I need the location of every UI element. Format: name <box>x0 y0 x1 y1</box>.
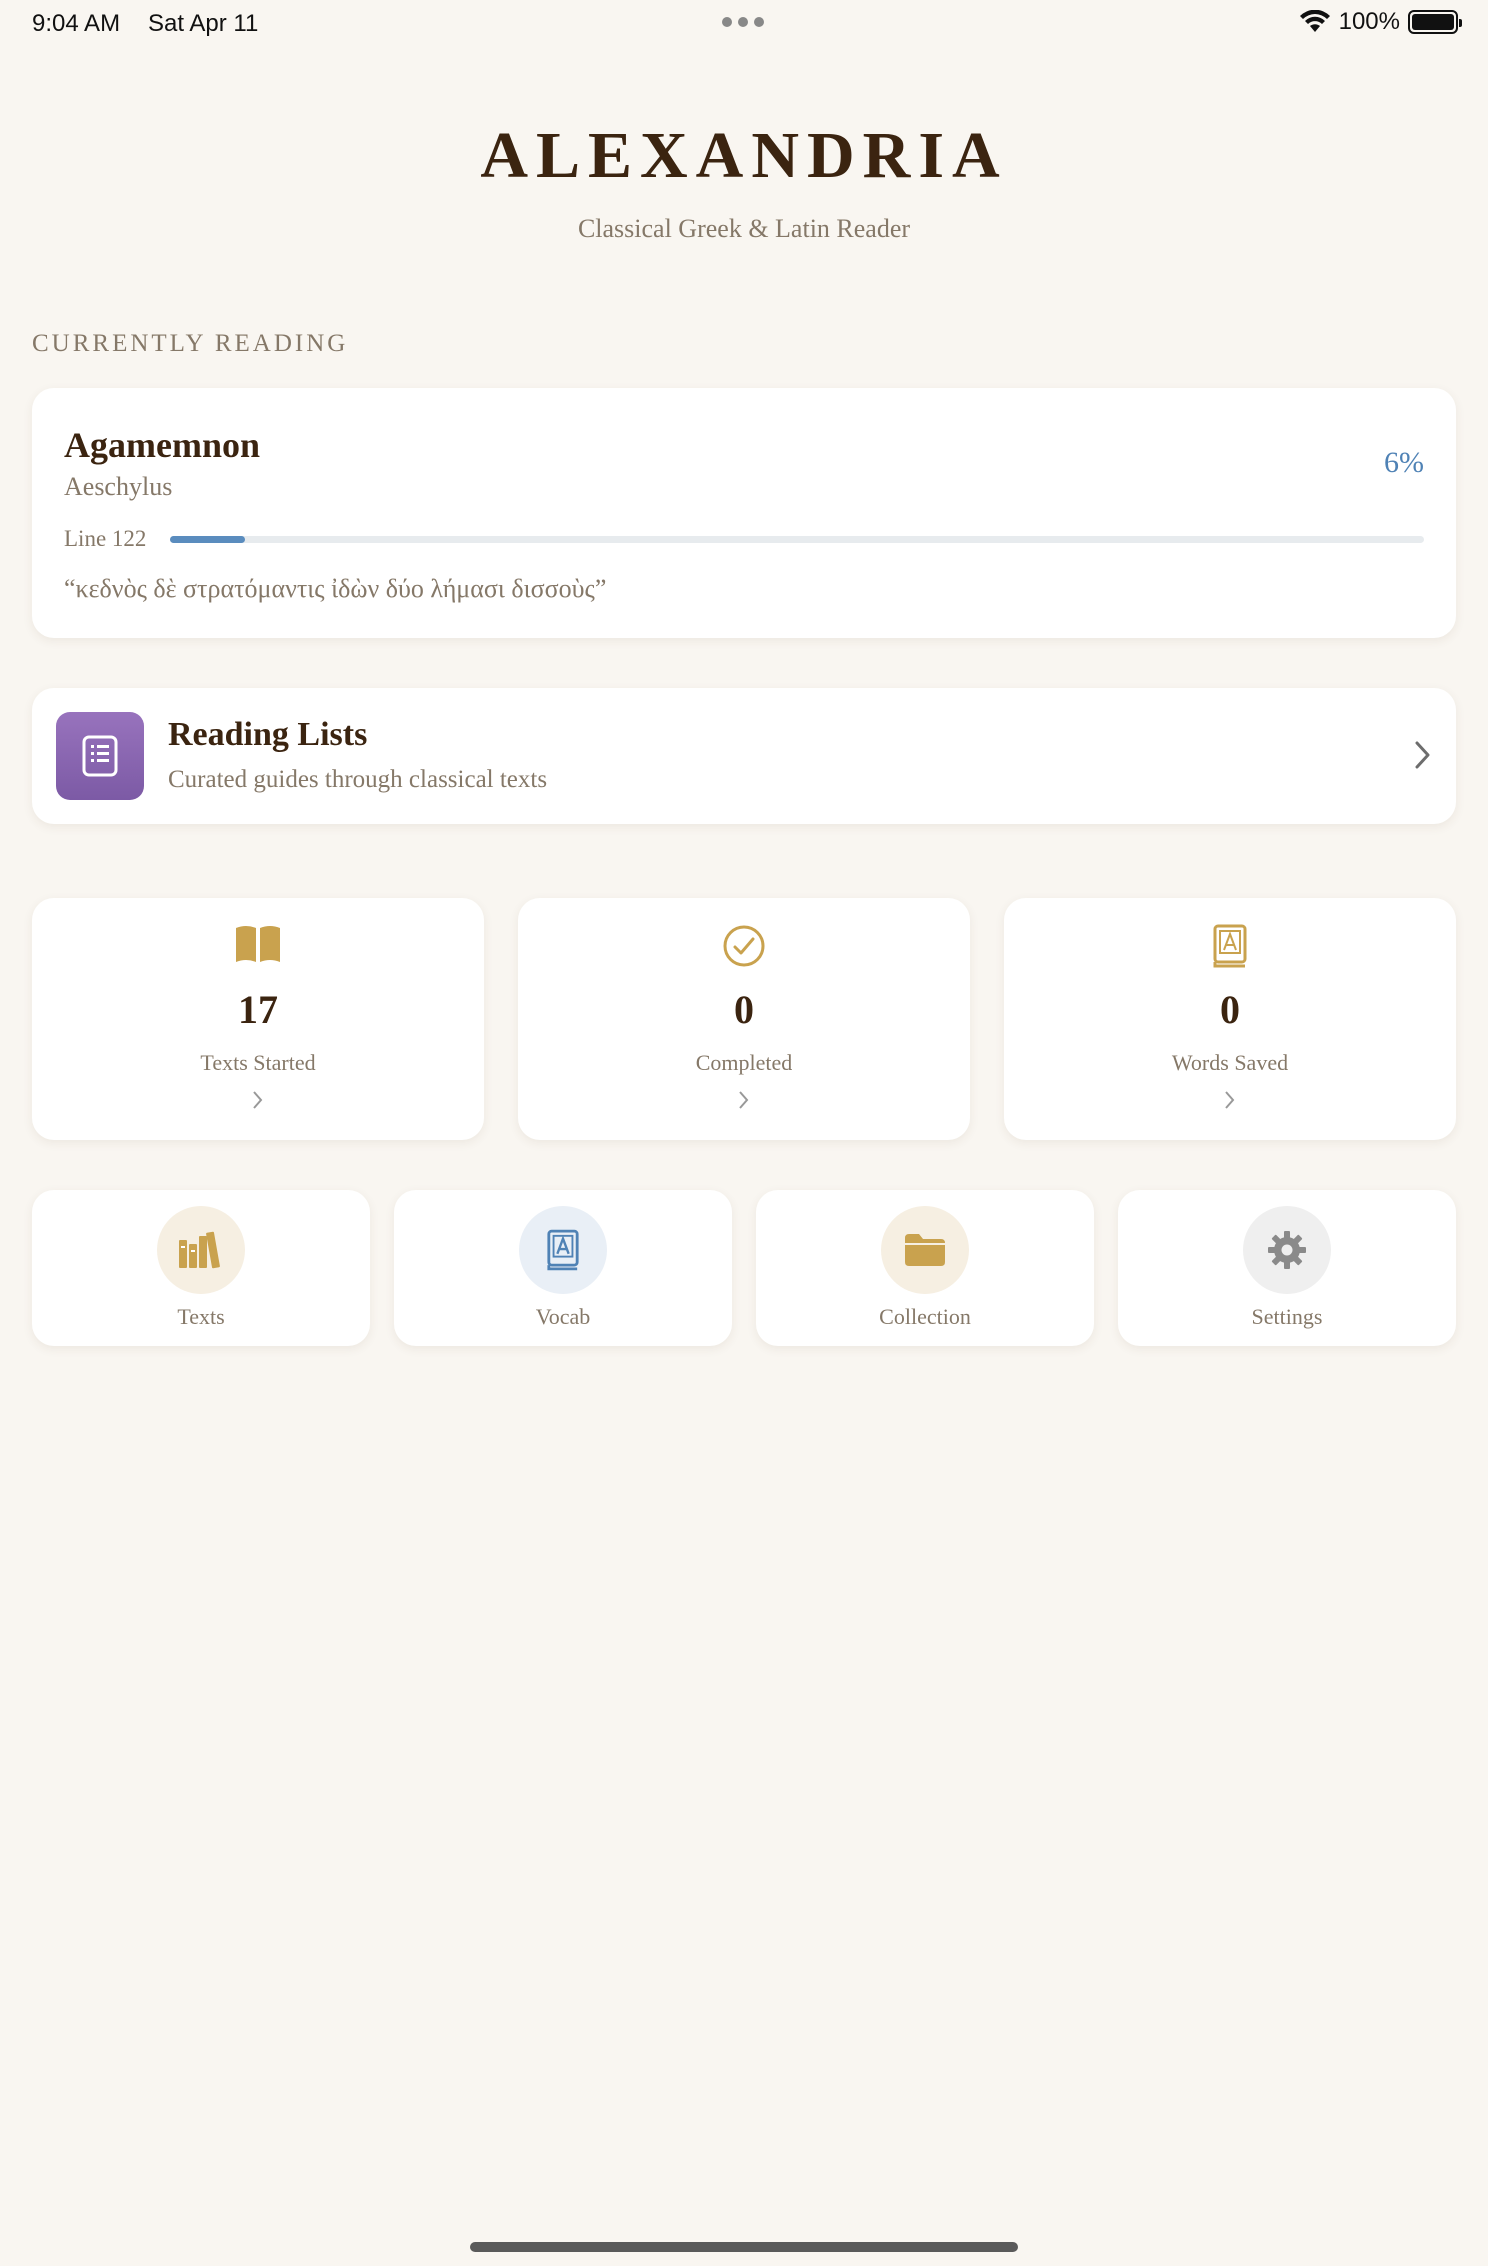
app-title: ALEXANDRIA <box>480 119 1008 192</box>
book-quote: “κεδνὸς δὲ στρατόμαντις ἰδὼν δύο λήμασι … <box>64 574 607 603</box>
currently-reading-card[interactable]: Agamemnon Aeschylus 6% Line 122 “κεδνὸς … <box>32 388 1456 638</box>
books-shelf-icon <box>157 1206 245 1294</box>
progress-percent: 6% <box>1384 446 1424 479</box>
reading-lists-subtitle: Curated guides through classical texts <box>168 766 548 793</box>
nav-tile-vocab[interactable]: Vocab <box>394 1190 732 1346</box>
wifi-icon <box>1299 10 1330 32</box>
progress-bar-fill <box>170 536 246 543</box>
vocab-book-icon <box>519 1206 607 1294</box>
battery-icon <box>1408 10 1462 34</box>
nav-label: Collection <box>879 1304 971 1329</box>
folder-icon <box>881 1206 969 1294</box>
stat-card-words-saved[interactable]: 0 Words Saved <box>1004 898 1456 1140</box>
book-author: Aeschylus <box>64 472 173 501</box>
nav-label: Vocab <box>535 1304 591 1329</box>
battery-percent: 100% <box>1338 8 1400 35</box>
list-document-icon <box>56 712 144 800</box>
stat-label: Words Saved <box>1171 1050 1289 1075</box>
progress-bar <box>170 536 1424 543</box>
chevron-right-icon <box>518 1090 970 1110</box>
home-indicator[interactable] <box>470 2242 1018 2252</box>
app-subtitle: Classical Greek & Latin Reader <box>577 214 911 243</box>
stat-label: Completed <box>695 1050 793 1075</box>
more-dots-icon[interactable] <box>722 17 764 27</box>
vocab-book-icon <box>1004 924 1456 968</box>
stat-label: Texts Started <box>200 1050 316 1075</box>
stat-card-completed[interactable]: 0 Completed <box>518 898 970 1140</box>
open-book-icon <box>32 924 484 964</box>
status-right: 100% <box>1299 8 1462 36</box>
chevron-right-icon <box>1415 741 1430 769</box>
nav-tile-texts[interactable]: Texts <box>32 1190 370 1346</box>
section-label-currently-reading: CURRENTLY READING <box>32 330 349 357</box>
line-number: Line 122 <box>64 526 147 551</box>
reading-lists-title: Reading Lists <box>168 716 368 753</box>
book-title: Agamemnon <box>64 425 260 465</box>
stat-value: 0 <box>1220 987 1240 1032</box>
stat-card-texts-started[interactable]: 17 Texts Started <box>32 898 484 1140</box>
nav-tile-settings[interactable]: Settings <box>1118 1190 1456 1346</box>
status-date: Sat Apr 11 <box>148 10 259 37</box>
status-bar: 9:04 AM Sat Apr 11 100% <box>0 0 1488 48</box>
nav-label: Settings <box>1251 1304 1323 1329</box>
stat-value: 17 <box>238 987 278 1032</box>
chevron-right-icon <box>1004 1090 1456 1110</box>
chevron-right-icon <box>32 1090 484 1110</box>
reading-lists-card[interactable]: Reading Lists Curated guides through cla… <box>32 688 1456 824</box>
gear-icon <box>1243 1206 1331 1294</box>
nav-label: Texts <box>177 1304 225 1329</box>
status-time: 9:04 AM <box>32 10 121 37</box>
stat-value: 0 <box>734 987 754 1032</box>
nav-tile-collection[interactable]: Collection <box>756 1190 1094 1346</box>
checkmark-circle-icon <box>518 924 970 968</box>
